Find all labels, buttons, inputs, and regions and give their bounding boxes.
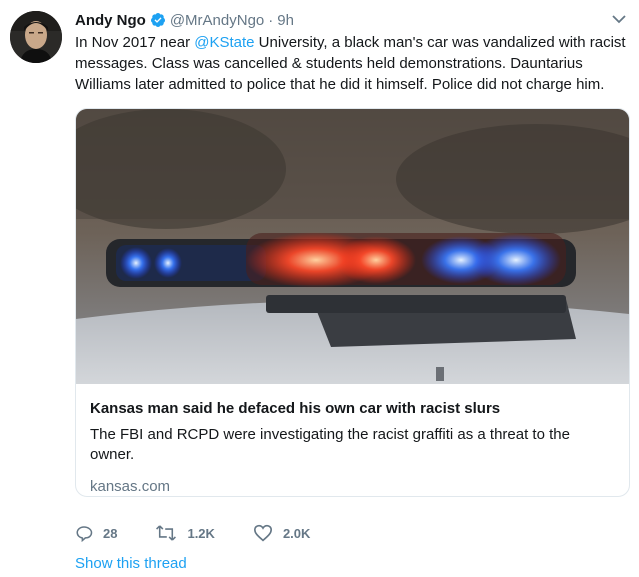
verified-badge-icon [150,12,166,28]
separator-dot: · [268,11,274,29]
retweet-icon [156,525,177,541]
reply-icon [76,526,93,542]
card-text: Kansas man said he defaced his own car w… [90,399,615,495]
author-handle[interactable]: @MrAndyNgo [170,12,264,29]
retweet-count: 1.2K [187,525,215,541]
card-description: The FBI and RCPD were investigating the … [90,426,570,463]
tweet-text: In Nov 2017 near @KState University, a b… [75,32,635,95]
avatar-photo [10,11,62,63]
mention-link[interactable]: @KState [194,34,254,51]
card-image [76,109,629,384]
like-button[interactable]: 2.0K [253,524,310,542]
card-domain: kansas.com [90,478,171,495]
like-icon [253,524,272,542]
tweet-text-part: In Nov 2017 near [75,34,195,51]
like-count: 2.0K [282,525,311,541]
reply-count: 28 [103,525,118,541]
retweet-button[interactable]: 1.2K [155,524,215,542]
card-title[interactable]: Kansas man said he defaced his own car w… [90,399,615,419]
tweet-timestamp[interactable]: 9h [277,12,294,29]
avatar[interactable] [10,11,62,63]
chevron-down-icon[interactable] [611,12,627,24]
show-thread-link[interactable]: Show this thread [75,555,187,572]
author-name[interactable]: Andy Ngo [75,12,146,29]
tweet-header: Andy Ngo @MrAndyNgo · 9h [75,9,599,31]
reply-button[interactable]: 28 [75,524,117,542]
tweet-actions: 28 1.2K 2.0K [75,522,348,544]
link-card[interactable]: Kansas man said he defaced his own car w… [75,108,630,497]
